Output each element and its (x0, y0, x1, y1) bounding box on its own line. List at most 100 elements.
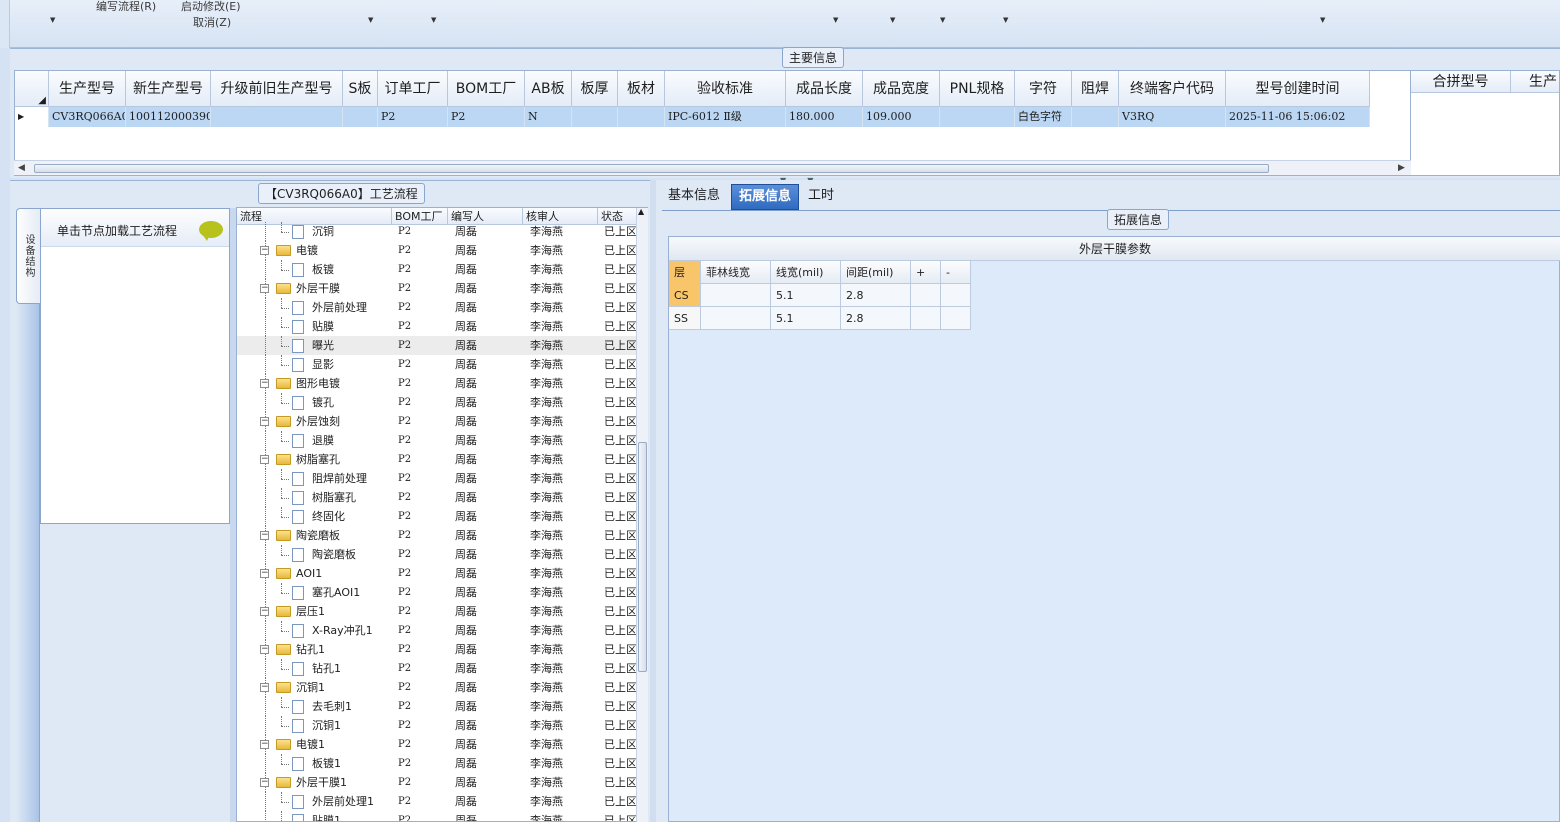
table-row[interactable]: 阻焊前处理 P2 周磊 李海燕 已上区 (237, 469, 637, 488)
dropdown-arrow-icon[interactable]: ▼ (368, 16, 373, 24)
table-row[interactable]: 贴膜 P2 周磊 李海燕 已上区 (237, 317, 637, 336)
column-header[interactable]: 验收标准 (665, 71, 786, 107)
ext-grid-cell[interactable]: 5.1 (771, 307, 841, 330)
grid-cell[interactable]: 白色字符 (1015, 107, 1072, 127)
table-row[interactable]: 沉铜 P2 周磊 李海燕 已上区 (237, 222, 637, 241)
tab-ext-info[interactable]: 拓展信息 (731, 184, 799, 210)
grid-cell[interactable]: 180.000 (786, 107, 863, 127)
collapse-icon[interactable]: − (260, 531, 269, 540)
table-row[interactable]: − 电镀 P2 周磊 李海燕 已上区 (237, 241, 637, 260)
column-header[interactable]: 型号创建时间 (1226, 71, 1370, 107)
collapse-icon[interactable]: − (260, 607, 269, 616)
table-row[interactable]: 镀孔 P2 周磊 李海燕 已上区 (237, 393, 637, 412)
menu-item-write-process[interactable]: 编写流程(R) (96, 0, 156, 14)
column-header[interactable]: PNL规格 (940, 71, 1015, 107)
column-header[interactable]: 生产型号 (49, 71, 126, 107)
ext-column-header[interactable]: 层 (669, 261, 701, 284)
column-header[interactable]: 升级前旧生产型号 (211, 71, 343, 107)
dropdown-arrow-icon[interactable]: ▼ (1003, 16, 1008, 24)
grid-cell[interactable]: N (525, 107, 572, 127)
grid-cell[interactable] (1072, 107, 1119, 127)
ext-column-header[interactable]: + (911, 261, 941, 284)
grid-cell[interactable] (940, 107, 1015, 127)
ext-grid-cell[interactable]: CS (669, 284, 701, 307)
tab-basic-info[interactable]: 基本信息 (661, 184, 729, 210)
tree-vscrollbar[interactable]: ▲ (636, 207, 648, 822)
ext-grid-cell[interactable]: 5.1 (771, 284, 841, 307)
ext-grid-cell[interactable]: 2.8 (841, 284, 911, 307)
menu-item-start-modify[interactable]: 启动修改(E) (181, 0, 241, 14)
table-row[interactable]: − 外层蚀刻 P2 周磊 李海燕 已上区 (237, 412, 637, 431)
table-row[interactable]: − AOI1 P2 周磊 李海燕 已上区 (237, 564, 637, 583)
column-header[interactable]: BOM工厂 (448, 71, 525, 107)
collapse-icon[interactable]: − (260, 740, 269, 749)
production-header[interactable]: 生产 (1511, 71, 1559, 93)
table-row[interactable]: − 外层干膜1 P2 周磊 李海燕 已上区 (237, 773, 637, 792)
grid-cell[interactable]: 10011200039046 (126, 107, 211, 127)
ext-grid-cell[interactable] (941, 284, 971, 307)
dropdown-arrow-icon[interactable]: ▼ (50, 16, 55, 24)
table-row[interactable]: − 树脂塞孔 P2 周磊 李海燕 已上区 (237, 450, 637, 469)
table-row[interactable]: 终固化 P2 周磊 李海燕 已上区 (237, 507, 637, 526)
table-row[interactable]: − 陶瓷磨板 P2 周磊 李海燕 已上区 (237, 526, 637, 545)
grid-cell[interactable] (618, 107, 665, 127)
table-row[interactable]: 板镀1 P2 周磊 李海燕 已上区 (237, 754, 637, 773)
ext-column-header[interactable]: 间距(mil) (841, 261, 911, 284)
collapse-icon[interactable]: − (260, 569, 269, 578)
table-row[interactable]: 外层前处理1 P2 周磊 李海燕 已上区 (237, 792, 637, 811)
table-row[interactable]: 曝光 P2 周磊 李海燕 已上区 (237, 336, 637, 355)
ext-grid-cell[interactable] (941, 307, 971, 330)
column-header[interactable]: 板厚 (572, 71, 618, 107)
table-row[interactable]: X-Ray冲孔1 P2 周磊 李海燕 已上区 (237, 621, 637, 640)
node-box-header[interactable]: 单击节点加载工艺流程 (41, 209, 229, 247)
table-row[interactable]: 退膜 P2 周磊 李海燕 已上区 (237, 431, 637, 450)
ext-grid-cell[interactable]: SS (669, 307, 701, 330)
column-header[interactable]: 板材 (618, 71, 665, 107)
column-header[interactable]: 终端客户代码 (1119, 71, 1226, 107)
ext-column-header[interactable]: 线宽(mil) (771, 261, 841, 284)
ext-grid-cell[interactable]: 2.8 (841, 307, 911, 330)
dropdown-arrow-icon[interactable]: ▼ (890, 16, 895, 24)
table-row[interactable]: 外层前处理 P2 周磊 李海燕 已上区 (237, 298, 637, 317)
grid-cell[interactable]: IPC-6012 Ⅱ级 (665, 107, 786, 127)
table-row[interactable]: 塞孔AOI1 P2 周磊 李海燕 已上区 (237, 583, 637, 602)
ext-grid-cell[interactable] (911, 307, 941, 330)
column-header[interactable]: 成品长度 (786, 71, 863, 107)
grid-cell[interactable]: P2 (448, 107, 525, 127)
main-grid-hscrollbar[interactable]: ◀ ▶ (14, 160, 1411, 175)
table-row[interactable]: − 图形电镀 P2 周磊 李海燕 已上区 (237, 374, 637, 393)
collapse-icon[interactable]: − (260, 778, 269, 787)
ext-grid-cell[interactable] (701, 284, 771, 307)
column-header[interactable]: AB板 (525, 71, 572, 107)
grid-cell[interactable] (572, 107, 618, 127)
ext-column-header[interactable]: 菲林线宽 (701, 261, 771, 284)
grid-cell[interactable] (211, 107, 343, 127)
table-row[interactable]: − 外层干膜 P2 周磊 李海燕 已上区 (237, 279, 637, 298)
dropdown-arrow-icon[interactable]: ▼ (1320, 16, 1325, 24)
table-row[interactable]: − 电镀1 P2 周磊 李海燕 已上区 (237, 735, 637, 754)
table-row[interactable]: − 沉铜1 P2 周磊 李海燕 已上区 (237, 678, 637, 697)
dropdown-arrow-icon[interactable]: ▼ (940, 16, 945, 24)
collapse-icon[interactable]: − (260, 455, 269, 464)
table-row[interactable]: − 钻孔1 P2 周磊 李海燕 已上区 (237, 640, 637, 659)
table-row[interactable]: 板镀 P2 周磊 李海燕 已上区 (237, 260, 637, 279)
collapse-icon[interactable]: − (260, 379, 269, 388)
table-row[interactable]: 去毛刺1 P2 周磊 李海燕 已上区 (237, 697, 637, 716)
dropdown-arrow-icon[interactable]: ▼ (833, 16, 838, 24)
tab-work-hours[interactable]: 工时 (801, 184, 841, 210)
collapse-icon[interactable]: − (260, 284, 269, 293)
scroll-thumb[interactable] (34, 164, 1269, 173)
scroll-up-icon[interactable]: ▲ (638, 207, 644, 216)
ext-column-header[interactable]: - (941, 261, 971, 284)
table-row[interactable]: 贴膜1 P2 周磊 李海燕 已上区 (237, 811, 637, 821)
collapse-icon[interactable]: − (260, 683, 269, 692)
table-row[interactable]: 沉铜1 P2 周磊 李海燕 已上区 (237, 716, 637, 735)
table-row[interactable]: 显影 P2 周磊 李海燕 已上区 (237, 355, 637, 374)
side-tab-equipment[interactable]: 设备结构 (16, 208, 40, 304)
column-header[interactable]: 阻焊 (1072, 71, 1119, 107)
collapse-icon[interactable]: − (260, 645, 269, 654)
grid-cell[interactable]: P2 (378, 107, 448, 127)
table-row[interactable]: − 层压1 P2 周磊 李海燕 已上区 (237, 602, 637, 621)
scroll-thumb[interactable] (638, 442, 647, 672)
grid-cell[interactable]: V3RQ (1119, 107, 1226, 127)
